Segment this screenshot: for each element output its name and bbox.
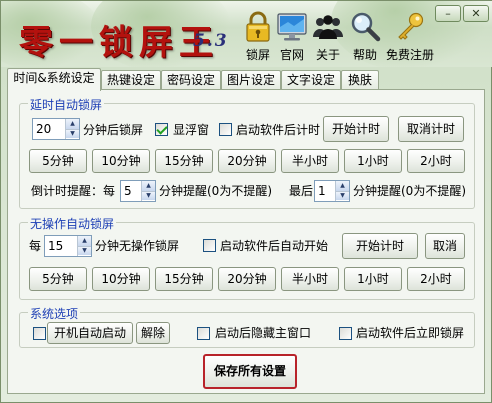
- delay-minutes-stepper[interactable]: 20 ▲ ▼: [32, 118, 80, 140]
- idle-preset-5min[interactable]: 5分钟: [29, 267, 87, 291]
- delay-preset-1hour[interactable]: 1小时: [344, 149, 402, 173]
- delay-minutes-value: 20: [36, 122, 52, 136]
- stepper-arrows[interactable]: ▲ ▼: [141, 181, 155, 201]
- floating-window-checkbox[interactable]: [155, 123, 168, 136]
- remind-last-value: 1: [318, 184, 326, 198]
- toolbar-about-label: 关于: [315, 48, 340, 62]
- idle-minutes-value: 15: [48, 239, 64, 253]
- remind-every-value: 5: [124, 184, 132, 198]
- toolbar-website-button[interactable]: 官网: [272, 11, 312, 63]
- down-arrow-icon[interactable]: ▼: [78, 246, 91, 255]
- monitor-icon: [277, 13, 307, 41]
- autostart-checkbox[interactable]: [33, 327, 46, 340]
- down-arrow-icon[interactable]: ▼: [336, 191, 349, 200]
- remind-last-stepper[interactable]: 1 ▲ ▼: [314, 180, 350, 202]
- idle-start-on-launch-checkbox[interactable]: [203, 239, 216, 252]
- stepper-arrows[interactable]: ▲ ▼: [77, 236, 91, 256]
- lock-icon: [246, 11, 270, 42]
- tab-text[interactable]: 文字设定: [281, 70, 341, 90]
- toolbar-about-button[interactable]: 关于: [308, 11, 348, 63]
- remind-last-label: 最后: [289, 184, 314, 198]
- hide-main-window-label: 启动后隐藏主窗口: [215, 326, 312, 340]
- idle-minutes-suffix: 分钟无操作锁屏: [95, 239, 180, 253]
- up-arrow-icon[interactable]: ▲: [66, 119, 79, 129]
- idle-preset-2hour[interactable]: 2小时: [407, 267, 465, 291]
- idle-cancel-button[interactable]: 取消: [425, 233, 465, 259]
- autostart-label-button[interactable]: 开机自动启动: [47, 322, 133, 344]
- close-button[interactable]: ✕: [463, 5, 489, 22]
- remind-last-suffix: 分钟提醒(0为不提醒): [353, 184, 466, 198]
- delay-preset-2hour[interactable]: 2小时: [407, 149, 465, 173]
- system-options-title: 系统选项: [28, 305, 81, 322]
- main-window: 零一锁屏王 5.3 锁屏 官网 关于 帮助 免费注册 – ✕ 时间&系统设定 热…: [0, 0, 492, 403]
- remind-every-stepper[interactable]: 5 ▲ ▼: [120, 180, 156, 202]
- idle-minutes-stepper[interactable]: 15 ▲ ▼: [44, 235, 92, 257]
- hide-main-window-checkbox[interactable]: [197, 327, 210, 340]
- up-arrow-icon[interactable]: ▲: [142, 181, 155, 191]
- key-icon: [398, 12, 424, 40]
- stepper-arrows[interactable]: ▲ ▼: [335, 181, 349, 201]
- tab-hotkey[interactable]: 热键设定: [101, 70, 161, 90]
- minimize-button[interactable]: –: [435, 5, 461, 22]
- toolbar: 锁屏 官网 关于 帮助 免费注册: [1, 11, 492, 65]
- delay-preset-5min[interactable]: 5分钟: [29, 149, 87, 173]
- toolbar-register-button[interactable]: 免费注册: [385, 11, 435, 63]
- down-arrow-icon[interactable]: ▼: [66, 129, 79, 138]
- start-timer-button[interactable]: 开始计时: [323, 116, 389, 142]
- lock-on-launch-label: 启动软件后立即锁屏: [356, 326, 465, 340]
- header: 零一锁屏王 5.3 锁屏 官网 关于 帮助 免费注册 – ✕: [1, 1, 492, 67]
- unbind-button[interactable]: 解除: [136, 322, 170, 344]
- floating-window-label: 显浮窗: [173, 123, 210, 137]
- idle-start-timer-button[interactable]: 开始计时: [342, 233, 418, 259]
- idle-every-label: 每: [29, 239, 42, 253]
- users-icon: [313, 15, 343, 39]
- window-controls: – ✕: [435, 5, 489, 22]
- idle-preset-10min[interactable]: 10分钟: [92, 267, 150, 291]
- tab-image[interactable]: 图片设定: [221, 70, 281, 90]
- toolbar-register-label: 免费注册: [385, 48, 434, 62]
- stepper-arrows[interactable]: ▲ ▼: [65, 119, 79, 139]
- countdown-reminder-label: 倒计时提醒：每: [31, 184, 116, 198]
- start-timer-on-launch-label: 启动软件后计时: [236, 123, 321, 137]
- lock-on-launch-checkbox[interactable]: [339, 327, 352, 340]
- magnifier-icon: [351, 12, 381, 42]
- idle-preset-half-hour[interactable]: 半小时: [281, 267, 339, 291]
- delay-preset-10min[interactable]: 10分钟: [92, 149, 150, 173]
- delay-preset-half-hour[interactable]: 半小时: [281, 149, 339, 173]
- delay-preset-20min[interactable]: 20分钟: [218, 149, 276, 173]
- idle-preset-1hour[interactable]: 1小时: [344, 267, 402, 291]
- idle-preset-20min[interactable]: 20分钟: [218, 267, 276, 291]
- tab-skin[interactable]: 换肤: [341, 70, 379, 90]
- tab-time-system[interactable]: 时间&系统设定: [7, 68, 101, 91]
- remind-every-suffix: 分钟提醒(0为不提醒): [159, 184, 272, 198]
- toolbar-website-label: 官网: [279, 48, 304, 62]
- up-arrow-icon[interactable]: ▲: [78, 236, 91, 246]
- up-arrow-icon[interactable]: ▲: [336, 181, 349, 191]
- idle-start-on-launch-label: 启动软件后自动开始: [220, 239, 329, 253]
- start-timer-on-launch-checkbox[interactable]: [219, 123, 232, 136]
- toolbar-help-button[interactable]: 帮助: [345, 11, 385, 63]
- idle-preset-15min[interactable]: 15分钟: [155, 267, 213, 291]
- save-all-settings-button[interactable]: 保存所有设置: [203, 354, 297, 389]
- idle-lock-title: 无操作自动锁屏: [28, 215, 117, 232]
- cancel-timer-button[interactable]: 取消计时: [398, 116, 464, 142]
- down-arrow-icon[interactable]: ▼: [142, 191, 155, 200]
- delay-lock-title: 延时自动锁屏: [28, 96, 105, 113]
- delay-minutes-suffix: 分钟后锁屏: [83, 123, 144, 137]
- delay-preset-15min[interactable]: 15分钟: [155, 149, 213, 173]
- toolbar-help-label: 帮助: [352, 48, 377, 62]
- tab-password[interactable]: 密码设定: [161, 70, 221, 90]
